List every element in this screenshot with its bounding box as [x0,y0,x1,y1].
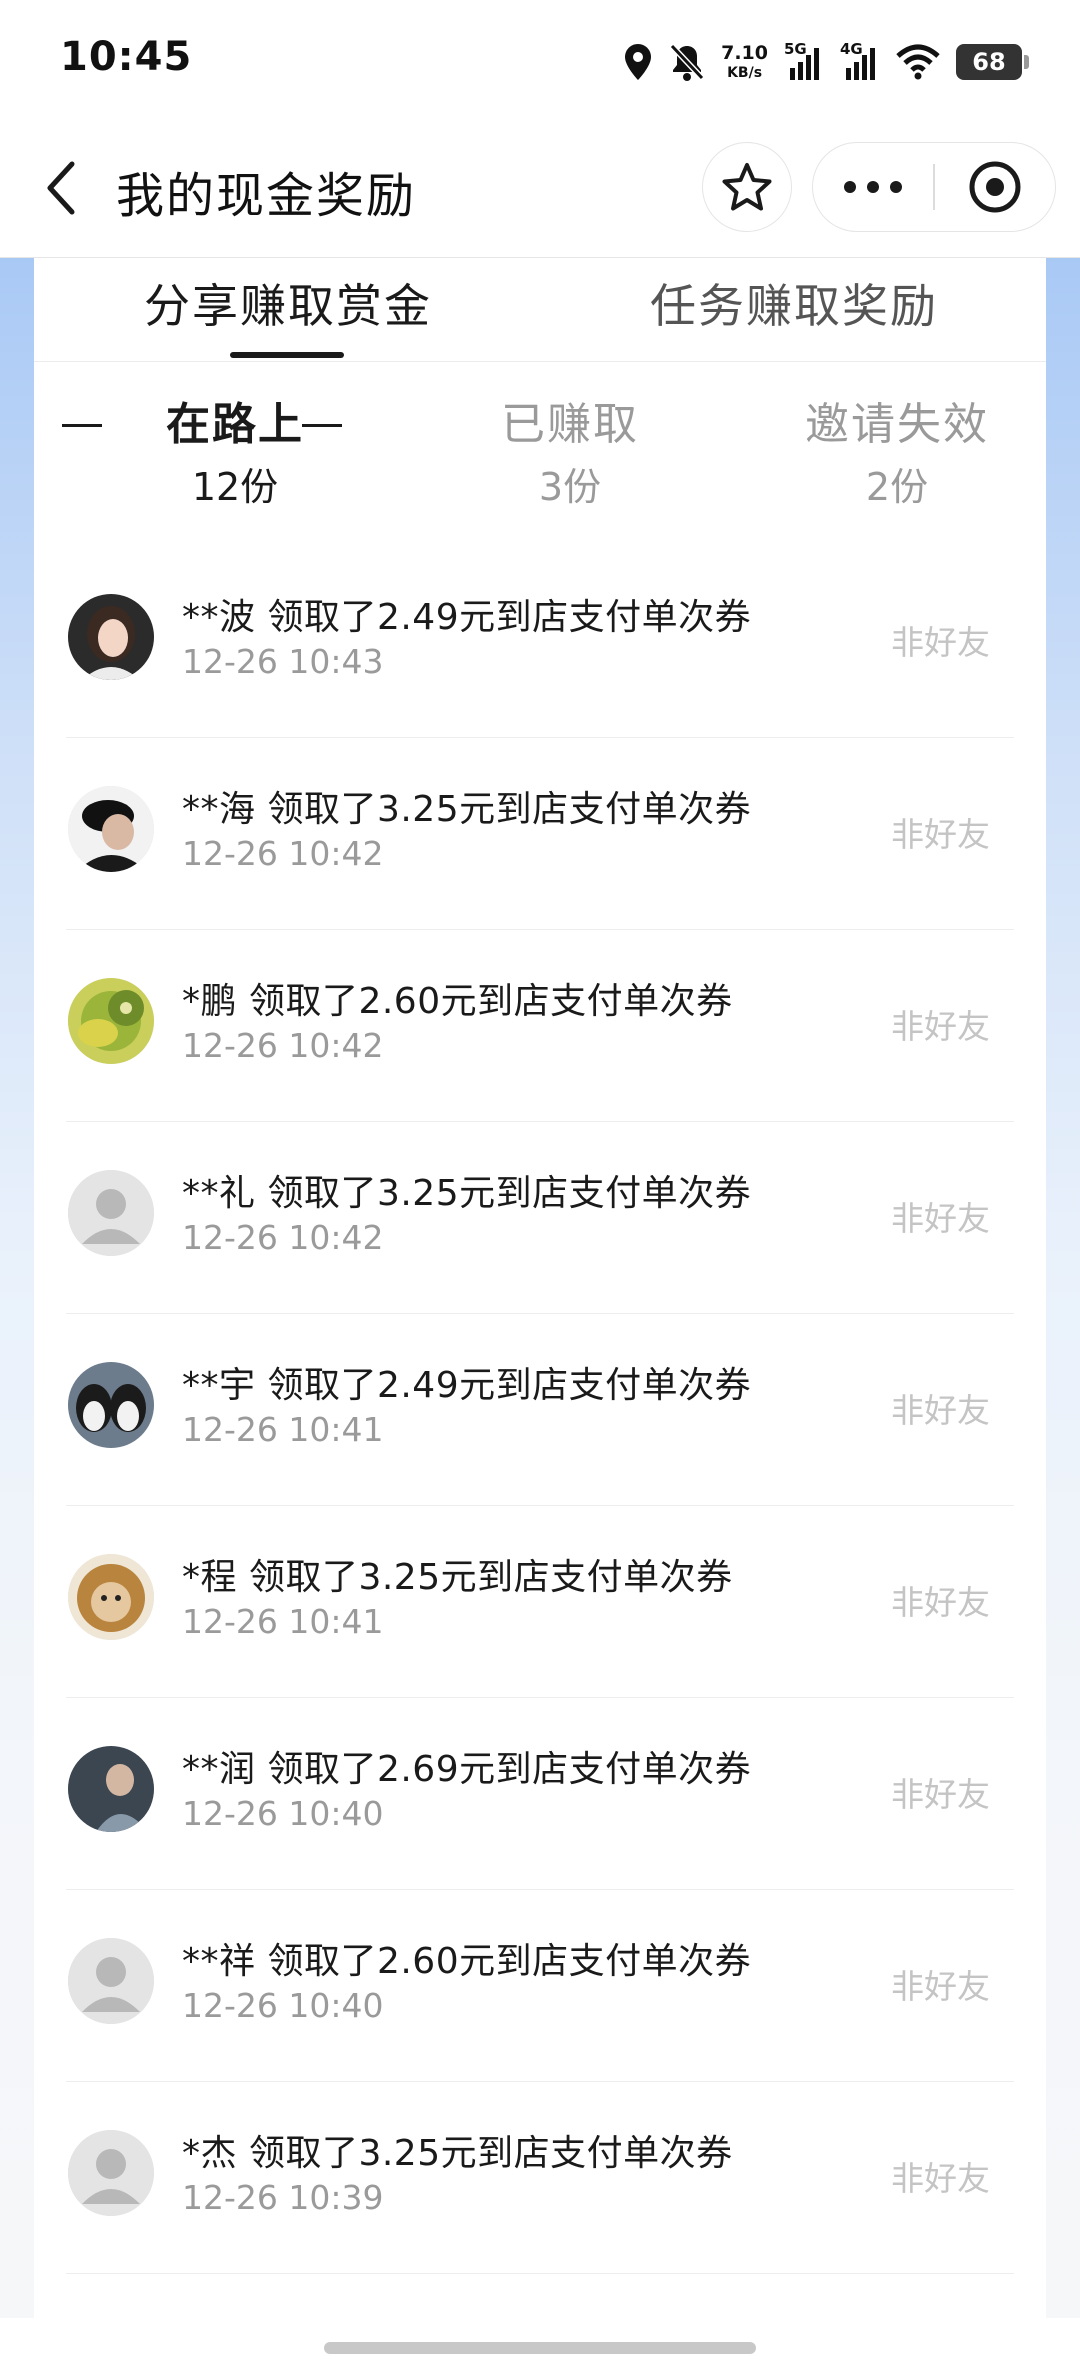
status-icons: 7.10 KB/s 5G 4G 68 [623,38,1029,86]
list-item[interactable]: *程 领取了3.25元到店支付单次券 12-26 10:41 非好友 [34,1506,1046,1698]
subtab-invite-expired[interactable]: 邀请失效 2份 [762,396,1032,514]
wifi-icon [896,44,940,80]
avatar [68,2130,154,2216]
status-time: 10:45 [60,34,193,80]
status-subtabs: 在路上 12份 已赚取 3份 邀请失效 2份 [34,362,1046,546]
close-button[interactable] [935,143,1056,231]
net-speed: 7.10 KB/s [721,42,768,81]
list-item[interactable]: *杰 领取了3.25元到店支付单次券 12-26 10:39 非好友 [34,2082,1046,2274]
row-divider [66,2272,1014,2274]
favorite-button[interactable] [702,142,792,232]
friend-status-tag: 非好友 [891,1391,990,1430]
more-button[interactable] [813,143,933,231]
list-item[interactable]: **宇 领取了2.49元到店支付单次券 12-26 10:41 非好友 [34,1314,1046,1506]
record-time: 12-26 10:42 [182,834,384,873]
avatar [68,594,154,680]
subtab-on-the-way[interactable]: 在路上 12份 [130,396,340,514]
friend-status-tag: 非好友 [891,1007,990,1046]
friend-status-tag: 非好友 [891,1583,990,1622]
more-dots-icon [844,181,902,193]
list-item[interactable]: **波 领取了2.49元到店支付单次券 12-26 10:43 非好友 [34,546,1046,738]
record-time: 12-26 10:43 [182,642,384,681]
bell-muted-icon [669,42,705,82]
subtab-label: 已赚取 [501,399,639,450]
record-title: *杰 领取了3.25元到店支付单次券 [182,2133,733,2174]
avatar [68,1362,154,1448]
list-item[interactable]: *鹏 领取了2.60元到店支付单次券 12-26 10:42 非好友 [34,930,1046,1122]
friend-status-tag: 非好友 [891,2159,990,2198]
record-title: *鹏 领取了2.60元到店支付单次券 [182,981,733,1022]
star-icon [722,163,772,211]
list-item[interactable]: **海 领取了3.25元到店支付单次券 12-26 10:42 非好友 [34,738,1046,930]
avatar [68,1554,154,1640]
back-button[interactable] [30,156,90,220]
record-time: 12-26 10:42 [182,1026,384,1065]
friend-status-tag: 非好友 [891,623,990,662]
record-title: **波 领取了2.49元到店支付单次券 [182,597,752,638]
friend-status-tag: 非好友 [891,1775,990,1814]
record-title: **礼 领取了3.25元到店支付单次券 [182,1173,752,1214]
tab-underline [230,352,344,358]
main-tabs: 分享赚取赏金 任务赚取奖励 [34,258,1046,362]
selected-dash-right [302,424,342,427]
status-bar: 10:45 7.10 KB/s 5G 4G 68 [0,0,1080,120]
record-title: **祥 领取了2.60元到店支付单次券 [182,1941,752,1982]
close-target-icon [969,161,1021,213]
record-title: **宇 领取了2.49元到店支付单次券 [182,1365,752,1406]
reward-card: 分享赚取赏金 任务赚取奖励 在路上 12份 已赚取 3份 邀请失效 2份 **波… [34,258,1046,2318]
subtab-count: 2份 [865,465,929,509]
tab-task-reward[interactable]: 任务赚取奖励 [650,270,938,336]
battery-icon: 68 [956,44,1029,80]
avatar [68,1746,154,1832]
signal-icon: 4G [840,40,880,82]
selected-dash-left [62,424,102,427]
record-time: 12-26 10:40 [182,1794,384,1833]
record-time: 12-26 10:42 [182,1218,384,1257]
subtab-earned[interactable]: 已赚取 3份 [440,396,700,514]
friend-status-tag: 非好友 [891,1199,990,1238]
record-title: *程 领取了3.25元到店支付单次券 [182,1557,733,1598]
avatar [68,1170,154,1256]
net-speed-unit: KB/s [727,65,763,81]
record-time: 12-26 10:40 [182,1986,384,2025]
record-title: **润 领取了2.69元到店支付单次券 [182,1749,752,1790]
avatar [68,978,154,1064]
friend-status-tag: 非好友 [891,1967,990,2006]
tab-share-bounty[interactable]: 分享赚取赏金 [144,270,432,336]
page: 10:45 7.10 KB/s 5G 4G 68 我的现金奖励 分享赚取赏金 任… [0,0,1080,2376]
record-time: 12-26 10:41 [182,1410,384,1449]
avatar [68,1938,154,2024]
list-item[interactable]: **润 领取了2.69元到店支付单次券 12-26 10:40 非好友 [34,1698,1046,1890]
subtab-label: 邀请失效 [805,399,989,450]
location-icon [623,42,653,82]
mini-program-capsule [812,142,1056,232]
net-speed-value: 7.10 [721,42,768,64]
page-title: 我的现金奖励 [116,168,417,224]
record-list: **波 领取了2.49元到店支付单次券 12-26 10:43 非好友 **海 … [34,546,1046,2274]
friend-status-tag: 非好友 [891,815,990,854]
list-item[interactable]: **礼 领取了3.25元到店支付单次券 12-26 10:42 非好友 [34,1122,1046,1314]
list-item[interactable]: **祥 领取了2.60元到店支付单次券 12-26 10:40 非好友 [34,1890,1046,2082]
subtab-count: 3份 [538,465,602,509]
avatar [68,786,154,872]
home-indicator[interactable] [324,2342,756,2354]
signal-icon: 5G [784,40,824,82]
nav-bar: 我的现金奖励 [0,120,1080,258]
subtab-count: 12份 [191,465,279,509]
record-title: **海 领取了3.25元到店支付单次券 [182,789,752,830]
record-time: 12-26 10:41 [182,1602,384,1641]
record-time: 12-26 10:39 [182,2178,384,2217]
back-chevron-icon [47,161,75,215]
